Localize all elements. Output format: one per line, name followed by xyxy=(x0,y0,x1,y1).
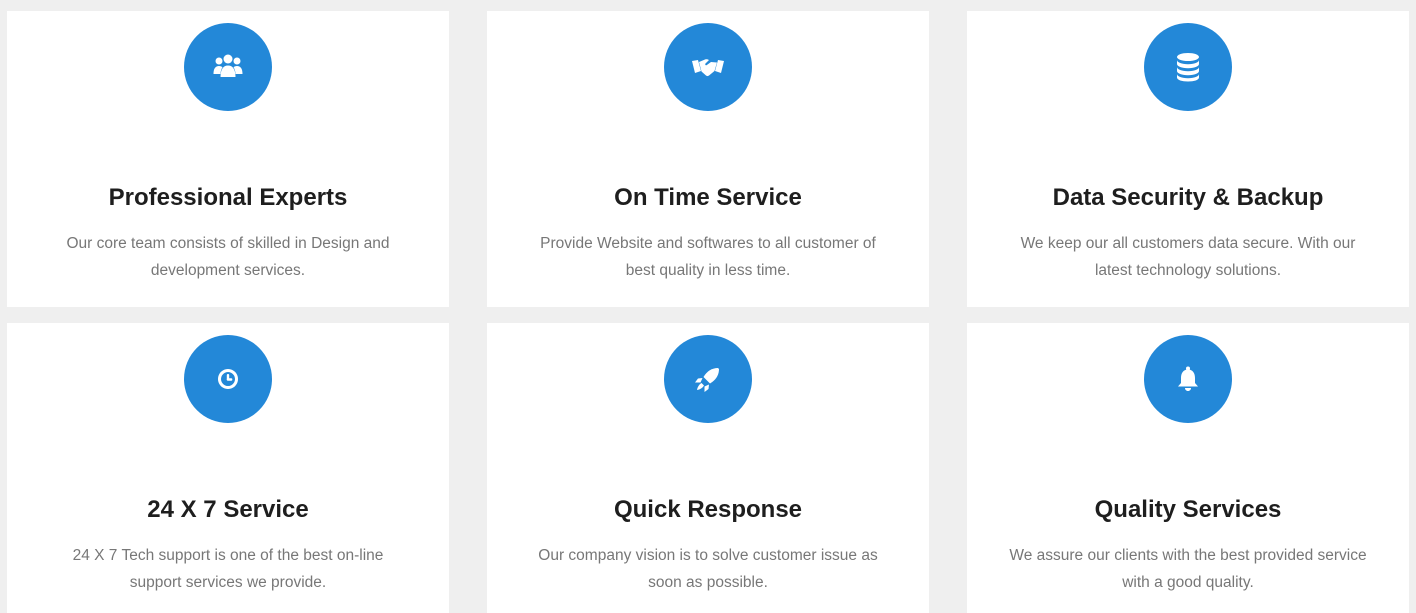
service-card-professional-experts: Professional Experts Our core team consi… xyxy=(7,11,449,307)
service-title: Quick Response xyxy=(613,496,803,523)
service-description: We keep our all customers data secure. W… xyxy=(1020,235,1356,279)
service-card-24x7-service: 24 X 7 Service 24 X 7 Tech support is on… xyxy=(7,323,449,613)
database-icon xyxy=(1144,23,1232,111)
clock-icon xyxy=(184,335,272,423)
service-title: Professional Experts xyxy=(108,184,348,211)
service-card-quality-services: Quality Services We assure our clients w… xyxy=(967,323,1409,613)
service-title: Data Security & Backup xyxy=(1052,184,1324,211)
service-description: Provide Website and softwares to all cus… xyxy=(540,235,876,279)
rocket-icon xyxy=(664,335,752,423)
services-grid: Professional Experts Our core team consi… xyxy=(0,0,1416,613)
service-card-on-time-service: On Time Service Provide Website and soft… xyxy=(487,11,929,307)
service-title: On Time Service xyxy=(614,184,802,211)
service-title: 24 X 7 Service xyxy=(147,496,309,523)
users-icon xyxy=(184,23,272,111)
service-description: Our company vision is to solve customer … xyxy=(538,547,878,591)
service-description: Our core team consists of skilled in Des… xyxy=(66,235,390,279)
service-card-data-security-backup: Data Security & Backup We keep our all c… xyxy=(967,11,1409,307)
handshake-icon xyxy=(664,23,752,111)
service-description: 24 X 7 Tech support is one of the best o… xyxy=(72,547,384,591)
service-title: Quality Services xyxy=(1094,496,1282,523)
service-card-quick-response: Quick Response Our company vision is to … xyxy=(487,323,929,613)
bell-icon xyxy=(1144,335,1232,423)
service-description: We assure our clients with the best prov… xyxy=(1009,547,1367,591)
